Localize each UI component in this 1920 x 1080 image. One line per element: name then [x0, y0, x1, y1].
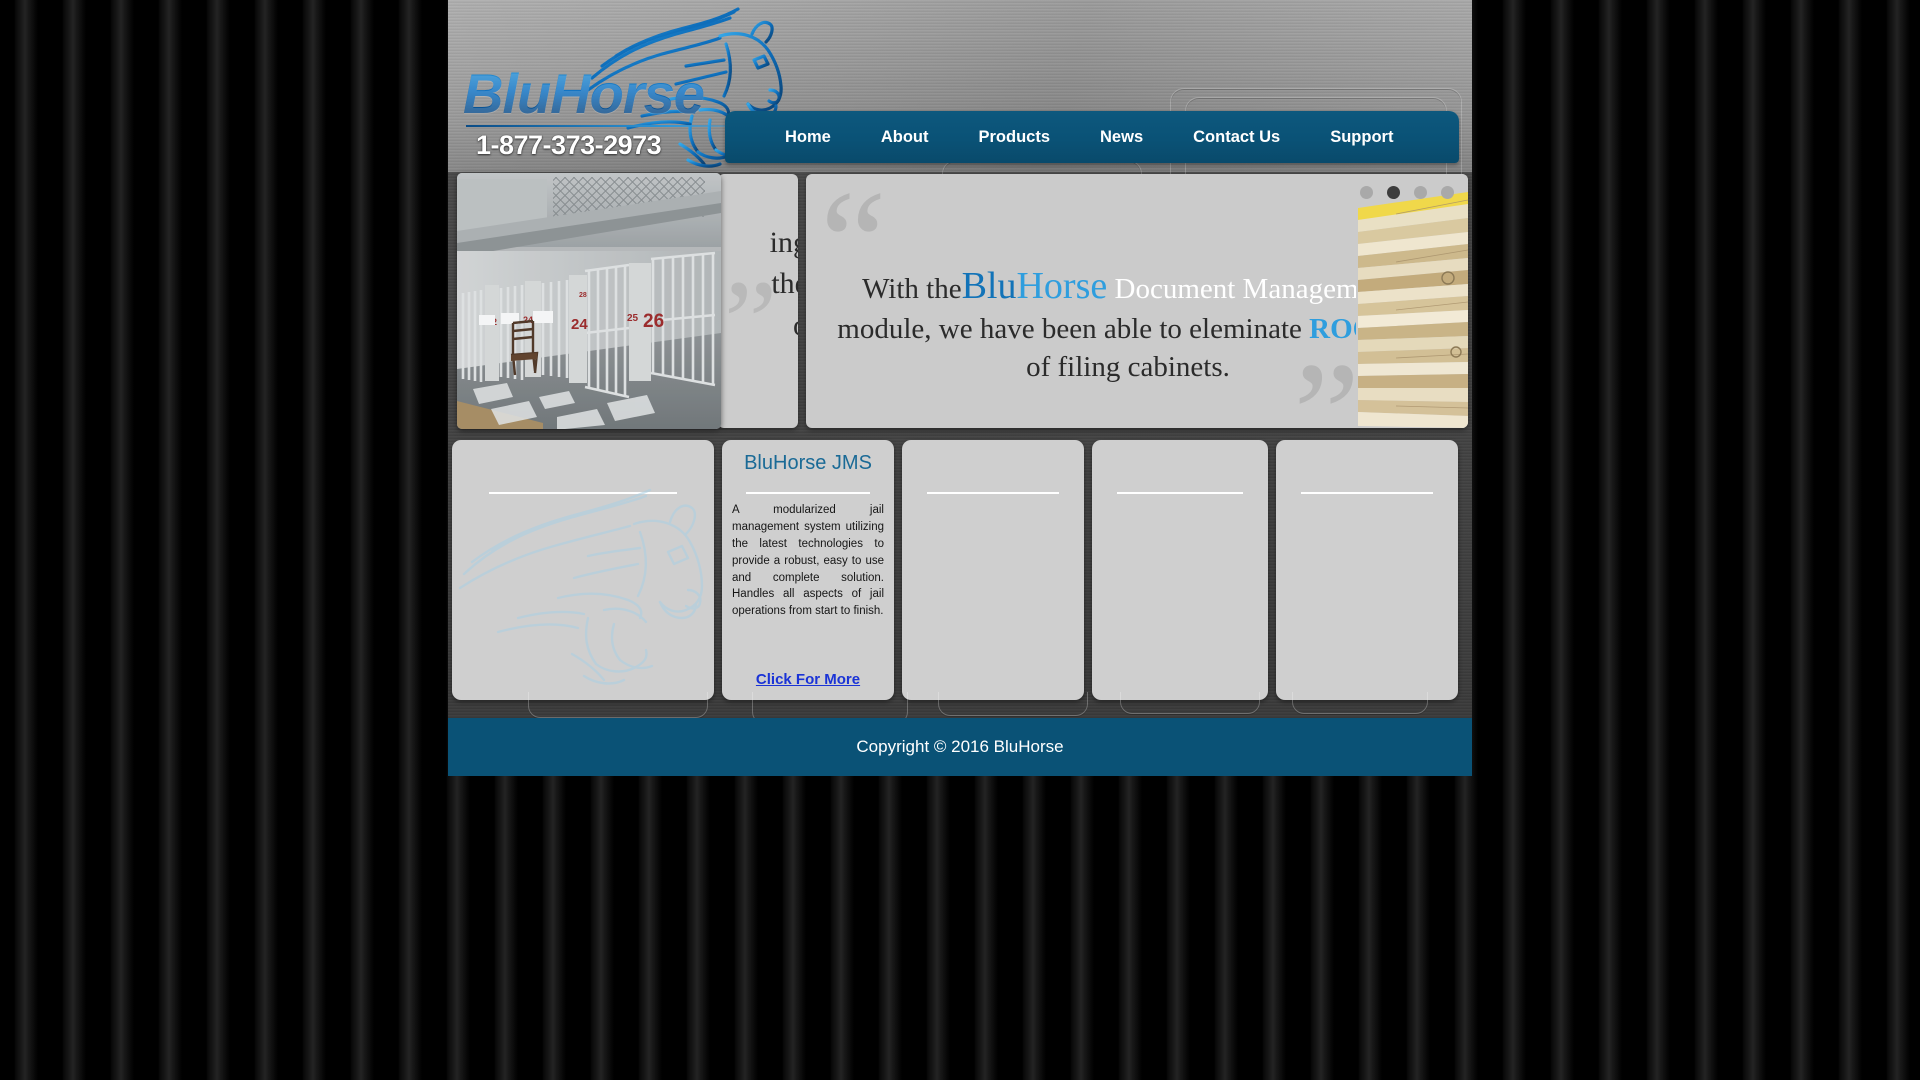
- product-card-4-divider: [1116, 492, 1244, 494]
- nav-item-news[interactable]: News: [1098, 122, 1145, 153]
- product-card-jms-divider: [746, 492, 870, 494]
- nav-item-support[interactable]: Support: [1328, 122, 1395, 153]
- slider-testimonial-slide: “ ” With theBluHorse Document Management…: [806, 174, 1468, 428]
- logo-underline: [466, 125, 756, 127]
- product-card-1-divider: [488, 492, 678, 494]
- outgoing-line-3: o: [718, 305, 798, 346]
- phone-number: 1-877-373-2973: [476, 130, 662, 160]
- main-navigation: Home About Products News Contact Us Supp…: [725, 111, 1459, 163]
- quote-text-middle: module, we have been able to eleminate: [837, 313, 1302, 346]
- site-header: BluHorse 1-877-373-2973 Home About Produ…: [448, 0, 1472, 220]
- product-card-1[interactable]: [452, 440, 714, 700]
- nav-item-about[interactable]: About: [879, 122, 931, 153]
- logo-wordmark: BluHorse: [463, 62, 705, 125]
- slider-pagination-dots: [1360, 186, 1454, 199]
- outgoing-slide-text: ing the o: [718, 222, 798, 346]
- quote-text-after: of filing cabinets.: [1026, 351, 1230, 384]
- nav-item-contact-us[interactable]: Contact Us: [1191, 122, 1282, 153]
- jail-cellblock-image: 22 22 24 24 28 25 26: [457, 173, 721, 429]
- outgoing-line-1: ing: [769, 226, 798, 259]
- nav-item-products[interactable]: Products: [977, 122, 1053, 153]
- quote-text-white: Document Management: [1114, 273, 1394, 305]
- product-card-3-divider: [927, 492, 1059, 494]
- site-footer: Copyright © 2016 BluHorse: [448, 718, 1472, 776]
- quote-text-before: With the: [862, 273, 962, 305]
- slider-dot-1[interactable]: [1360, 186, 1373, 199]
- slider-dot-3[interactable]: [1414, 186, 1427, 199]
- quote-brand-blu: Blu: [961, 265, 1017, 307]
- nav-item-home[interactable]: Home: [783, 122, 833, 153]
- copyright-text: Copyright © 2016 BluHorse: [856, 737, 1064, 756]
- product-card-4[interactable]: [1092, 440, 1268, 700]
- hero-slider: ” ing the o: [452, 172, 1468, 430]
- product-card-jms-body: A modularized jail management system uti…: [732, 504, 884, 618]
- product-card-5-divider: [1301, 492, 1433, 494]
- product-card-3[interactable]: [902, 440, 1084, 700]
- slider-outgoing-slide: ” ing the o: [718, 174, 798, 428]
- outgoing-line-2: the: [771, 267, 798, 301]
- product-card-jms-link[interactable]: Click For More: [722, 671, 894, 688]
- slider-dot-4[interactable]: [1441, 186, 1454, 199]
- quote-brand-horse: Horse: [1016, 265, 1108, 307]
- testimonial-text: With theBluHorse Document Management mod…: [828, 262, 1428, 387]
- product-card-jms[interactable]: BluHorse JMS A modularized jail manageme…: [722, 440, 894, 700]
- paper-stack-image: [1356, 174, 1468, 428]
- product-card-5[interactable]: [1276, 440, 1458, 700]
- slider-dot-2[interactable]: [1387, 186, 1400, 199]
- product-card-jms-title: BluHorse JMS: [744, 452, 872, 474]
- site-page: BluHorse 1-877-373-2973 Home About Produ…: [448, 0, 1472, 776]
- horse-watermark-icon: [458, 486, 708, 690]
- product-card-row: BluHorse JMS A modularized jail manageme…: [452, 440, 1468, 700]
